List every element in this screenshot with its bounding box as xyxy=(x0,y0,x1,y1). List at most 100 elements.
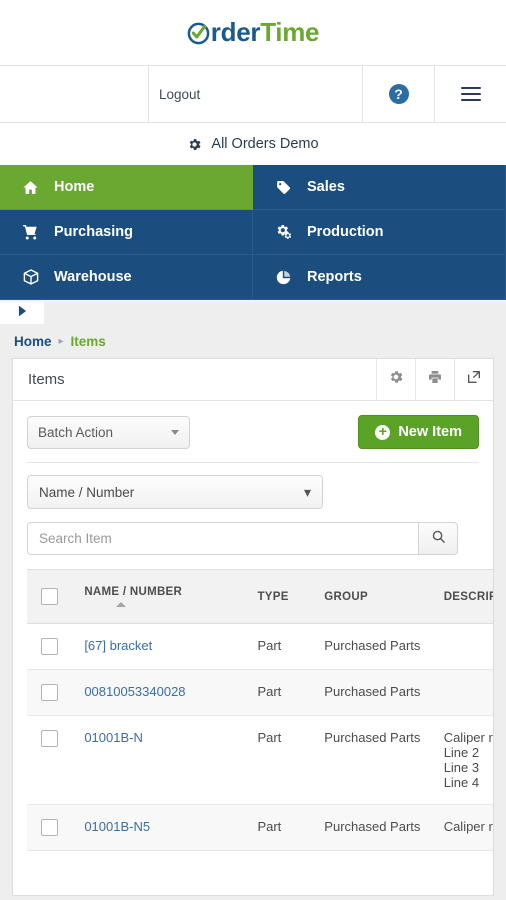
nav-tile-warehouse[interactable]: Warehouse xyxy=(0,255,253,300)
chevron-down-icon: ▾ xyxy=(303,484,311,500)
panel-print-button[interactable] xyxy=(415,359,454,400)
toolbar-row: Batch Action + New Item xyxy=(27,415,479,449)
row-checkbox-cell xyxy=(27,623,85,670)
cell-group: Purchased Parts xyxy=(324,715,444,805)
items-table-body: [67] bracket Part Purchased Parts 008100… xyxy=(27,623,493,851)
search-field-value: Name / Number xyxy=(39,484,135,500)
breadcrumb-separator-icon: ▸ xyxy=(58,335,64,347)
row-checkbox[interactable] xyxy=(41,638,58,655)
nav-label-warehouse: Warehouse xyxy=(54,269,132,285)
column-header-description[interactable]: DESCRIPTION xyxy=(443,569,493,624)
breadcrumb-home[interactable]: Home xyxy=(14,334,52,349)
row-checkbox[interactable] xyxy=(41,684,58,701)
column-header-group[interactable]: GROUP xyxy=(324,569,444,624)
sidebar-toggle-button[interactable] xyxy=(0,302,44,324)
row-checkbox[interactable] xyxy=(41,730,58,747)
search-input[interactable] xyxy=(27,522,418,555)
cell-group: Purchased Parts xyxy=(324,669,444,716)
description-line: Line 3 xyxy=(443,760,480,775)
row-checkbox[interactable] xyxy=(41,819,58,836)
cell-type: Part xyxy=(257,715,325,805)
sidebar-toggle-row xyxy=(0,302,506,324)
check-circle-o-icon xyxy=(187,21,210,45)
cart-icon xyxy=(22,223,44,241)
cell-description: Caliper rep Line 2 Line 3 Line 4 xyxy=(443,715,493,805)
pie-chart-icon xyxy=(275,269,297,286)
cell-description xyxy=(443,669,493,716)
utility-bar: Logout ? xyxy=(0,65,506,123)
row-checkbox-cell xyxy=(27,715,85,805)
breadcrumb: Home ▸ Items xyxy=(0,324,506,358)
export-icon xyxy=(466,369,482,390)
search-field-select[interactable]: Name / Number ▾ xyxy=(27,475,323,509)
cell-group: Purchased Parts xyxy=(324,623,444,670)
cell-name: 01001B-N5 xyxy=(84,804,258,851)
panel-body: Batch Action + New Item Name / Number ▾ xyxy=(13,401,493,865)
new-item-label: New Item xyxy=(398,424,462,440)
new-item-button[interactable]: + New Item xyxy=(358,415,479,449)
table-row[interactable]: [67] bracket Part Purchased Parts xyxy=(27,623,493,670)
nav-tile-reports[interactable]: Reports xyxy=(253,255,506,300)
item-link[interactable]: 01001B-N5 xyxy=(84,819,150,834)
table-header-row: NAME / NUMBER TYPE GROUP DESCRIPTION xyxy=(27,569,493,624)
home-icon xyxy=(22,179,44,196)
nav-label-reports: Reports xyxy=(307,269,362,285)
nav-tile-purchasing[interactable]: Purchasing xyxy=(0,210,253,255)
tag-icon xyxy=(275,179,297,196)
table-row[interactable]: 01001B-N5 Part Purchased Parts Caliper r… xyxy=(27,804,493,851)
column-header-name[interactable]: NAME / NUMBER xyxy=(84,569,258,624)
breadcrumb-current: Items xyxy=(70,333,106,349)
logo-text-order: rder xyxy=(210,17,261,47)
cell-name: [67] bracket xyxy=(84,623,258,670)
toolbar-divider xyxy=(27,462,479,463)
page-title: Items xyxy=(28,371,65,388)
logo-bar: rder Time xyxy=(0,0,506,65)
table-row[interactable]: 00810053340028 Part Purchased Parts xyxy=(27,669,493,716)
description-line: Line 4 xyxy=(443,775,480,790)
description-line: Line 2 xyxy=(443,745,480,760)
gears-icon xyxy=(275,223,297,241)
nav-tile-production[interactable]: Production xyxy=(253,210,506,255)
row-checkbox-cell xyxy=(27,669,85,716)
print-icon xyxy=(427,369,443,390)
cell-name: 00810053340028 xyxy=(84,669,258,716)
item-link[interactable]: 01001B-N xyxy=(84,730,143,745)
items-table-head: NAME / NUMBER TYPE GROUP DESCRIPTION xyxy=(27,569,493,624)
select-all-header xyxy=(27,569,85,624)
plus-circle-icon: + xyxy=(375,424,391,440)
cell-group: Purchased Parts xyxy=(324,804,444,851)
app-logo[interactable]: rder Time xyxy=(187,17,320,48)
nav-tile-home[interactable]: Home xyxy=(0,165,253,210)
help-button[interactable]: ? xyxy=(362,66,434,122)
description-line: Caliper rep xyxy=(443,819,493,834)
batch-action-label: Batch Action xyxy=(38,424,114,440)
row-checkbox-cell xyxy=(27,804,85,851)
panel-header: Items xyxy=(13,359,493,401)
menu-button[interactable] xyxy=(434,66,506,122)
nav-label-production: Production xyxy=(307,224,384,240)
cell-type: Part xyxy=(257,623,325,670)
logout-button[interactable]: Logout xyxy=(148,66,362,122)
utility-spacer xyxy=(0,66,148,122)
table-row[interactable]: 01001B-N Part Purchased Parts Caliper re… xyxy=(27,715,493,805)
panel-settings-button[interactable] xyxy=(376,359,415,400)
item-link[interactable]: [67] bracket xyxy=(84,638,152,653)
items-table: NAME / NUMBER TYPE GROUP DESCRIPTION xyxy=(27,569,493,851)
items-panel: Items Batch Action + New Item Name / Num… xyxy=(12,358,494,896)
item-link[interactable]: 00810053340028 xyxy=(84,684,185,699)
panel-export-button[interactable] xyxy=(454,359,493,400)
column-label-name: NAME / NUMBER xyxy=(84,586,183,598)
search-bar xyxy=(27,522,458,555)
box-icon xyxy=(22,268,44,286)
batch-action-dropdown[interactable]: Batch Action xyxy=(27,415,190,449)
company-selector[interactable]: All Orders Demo xyxy=(0,123,506,165)
select-all-checkbox[interactable] xyxy=(41,588,58,605)
nav-label-home: Home xyxy=(54,179,95,195)
company-name: All Orders Demo xyxy=(211,136,319,152)
cell-type: Part xyxy=(257,669,325,716)
cell-name: 01001B-N xyxy=(84,715,258,805)
question-circle-icon: ? xyxy=(388,84,409,104)
search-button[interactable] xyxy=(418,522,458,555)
column-header-type[interactable]: TYPE xyxy=(257,569,325,624)
nav-tile-sales[interactable]: Sales xyxy=(253,165,506,210)
